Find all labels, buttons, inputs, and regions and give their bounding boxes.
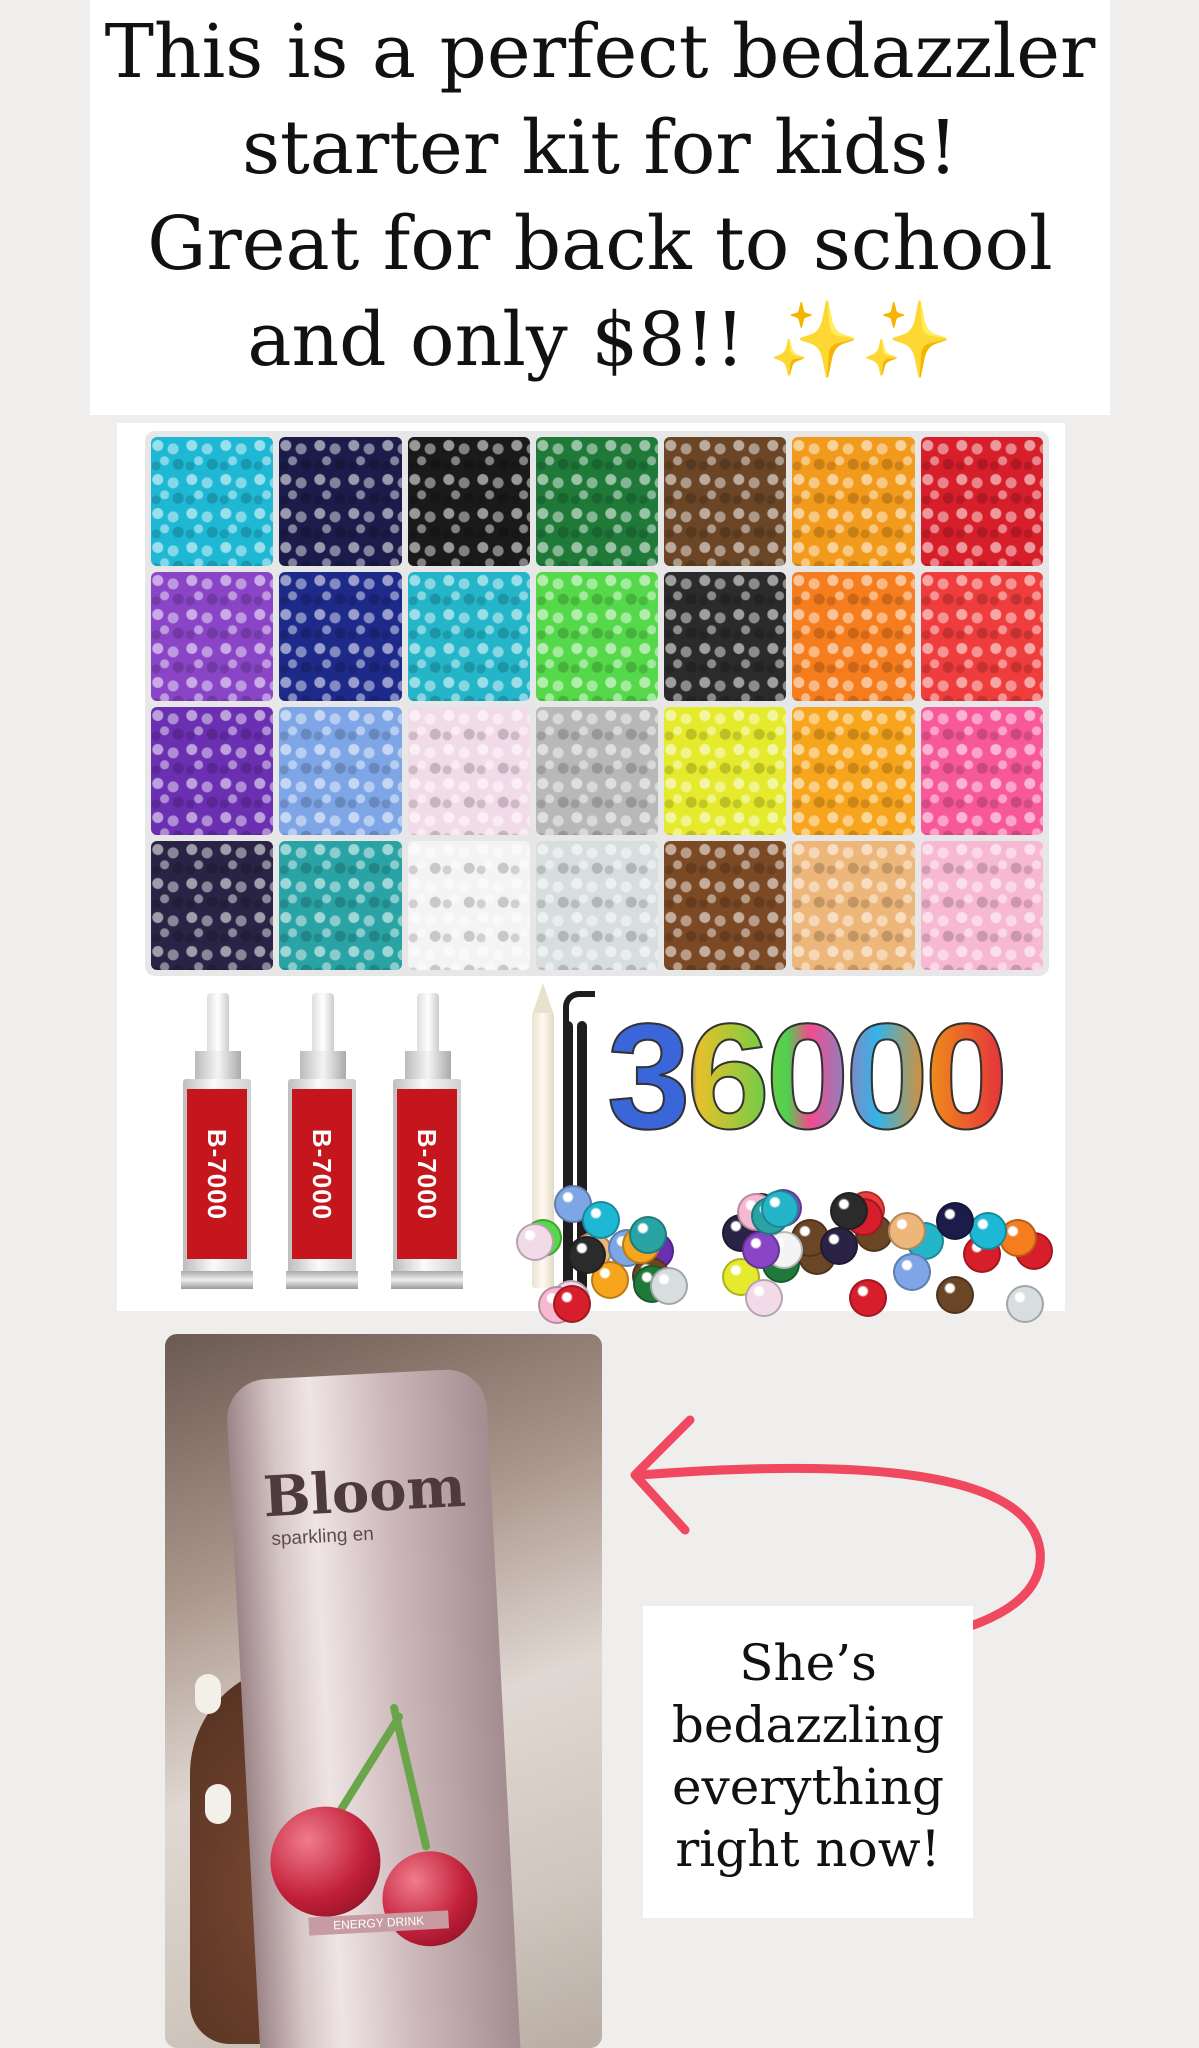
loose-rhinestones xyxy=(512,1163,1062,1324)
loose-rhinestone xyxy=(568,1236,606,1274)
loose-rhinestone xyxy=(969,1212,1007,1250)
rhinestone-compartment xyxy=(279,571,402,701)
rhinestone-cherry xyxy=(267,1803,384,1920)
rhinestone-compartment xyxy=(664,841,787,970)
glue-tube-label: B-7000 xyxy=(307,1128,338,1220)
loose-rhinestone xyxy=(553,1285,591,1323)
loose-rhinestone xyxy=(629,1216,667,1254)
rhinestone-compartment xyxy=(279,706,402,836)
headline-line-3: Great for back to school xyxy=(147,201,1053,287)
wax-pencil-tip xyxy=(532,983,554,1015)
headline-line-1: This is a perfect bedazzler xyxy=(104,9,1096,95)
caption-text: She’s bedazzling everything right now! xyxy=(643,1632,973,1880)
headline-line-2: starter kit for kids! xyxy=(242,105,958,191)
fingernail xyxy=(195,1674,221,1714)
cherry-stem xyxy=(389,1703,431,1852)
glue-tube: B-7000 xyxy=(177,993,257,1291)
rhinestone-compartment xyxy=(407,437,530,566)
glue-tube: B-7000 xyxy=(282,993,362,1291)
rhinestone-compartment xyxy=(407,841,530,970)
piece-count: 36000 xyxy=(606,1000,1057,1152)
rhinestone-compartment xyxy=(920,706,1043,836)
rhinestone-compartment xyxy=(792,571,915,701)
rhinestone-compartment xyxy=(279,437,402,566)
rhinestone-compartment xyxy=(920,437,1043,566)
can-brand: Bloom xyxy=(261,1453,468,1531)
headline-text: This is a perfect bedazzler starter kit … xyxy=(90,4,1110,388)
loose-rhinestone xyxy=(745,1279,783,1317)
rhinestone-compartment xyxy=(279,841,402,970)
rhinestone-compartment xyxy=(151,437,274,566)
rhinestone-compartment xyxy=(920,841,1043,970)
rhinestone-compartment xyxy=(535,841,659,970)
loose-rhinestone xyxy=(650,1267,688,1305)
headline-line-4: and only $8!! ✨✨ xyxy=(247,297,953,383)
rhinestone-compartment xyxy=(151,841,274,970)
rhinestone-compartment xyxy=(664,571,787,701)
caption-line-4: right now! xyxy=(675,1820,941,1878)
rhinestone-compartment xyxy=(407,706,530,836)
caption-line-1: She’s xyxy=(739,1634,877,1692)
caption-line-3: everything xyxy=(671,1758,945,1816)
headline-card: This is a perfect bedazzler starter kit … xyxy=(90,0,1110,415)
rhinestone-compartment xyxy=(407,571,530,701)
rhinestone-compartment xyxy=(792,706,915,836)
rhinestone-compartment xyxy=(151,706,274,836)
caption-line-2: bedazzling xyxy=(671,1696,945,1754)
loose-rhinestone xyxy=(1006,1285,1044,1323)
loose-rhinestone xyxy=(893,1253,931,1291)
rhinestone-compartment xyxy=(792,841,915,970)
rhinestone-compartment xyxy=(920,571,1043,701)
glue-tubes: B-7000 B-7000 B-7000 xyxy=(177,993,517,1293)
loose-rhinestone xyxy=(761,1190,799,1228)
glue-tube-label: B-7000 xyxy=(412,1128,443,1220)
rhinestone-cherry xyxy=(380,1848,480,1949)
can-subtitle: sparkling en xyxy=(270,1523,375,1551)
product-image: B-7000 B-7000 B-7000 36000 xyxy=(117,423,1065,1324)
rhinestone-compartment xyxy=(151,571,274,701)
rhinestone-compartment xyxy=(535,437,659,566)
glue-tube-label: B-7000 xyxy=(202,1128,233,1220)
rhinestone-compartment xyxy=(535,706,659,836)
bedazzled-can-photo: Bloom sparkling en ENERGY DRINK xyxy=(165,1334,602,2048)
rhinestone-compartment xyxy=(792,437,915,566)
loose-rhinestone xyxy=(936,1202,974,1240)
fingernail xyxy=(205,1784,231,1824)
drink-can: Bloom sparkling en ENERGY DRINK xyxy=(225,1367,521,2048)
loose-rhinestone xyxy=(936,1276,974,1314)
rhinestone-compartment xyxy=(664,437,787,566)
loose-rhinestone xyxy=(888,1212,926,1250)
caption-card: She’s bedazzling everything right now! xyxy=(643,1606,973,1918)
loose-rhinestone xyxy=(516,1223,554,1261)
glue-tube: B-7000 xyxy=(387,993,467,1291)
loose-rhinestone xyxy=(849,1279,887,1317)
loose-rhinestone xyxy=(582,1201,620,1239)
rhinestone-tray xyxy=(145,431,1049,976)
rhinestone-compartment xyxy=(535,571,659,701)
loose-rhinestone xyxy=(742,1231,780,1269)
loose-rhinestone xyxy=(830,1192,868,1230)
rhinestone-compartment xyxy=(664,706,787,836)
